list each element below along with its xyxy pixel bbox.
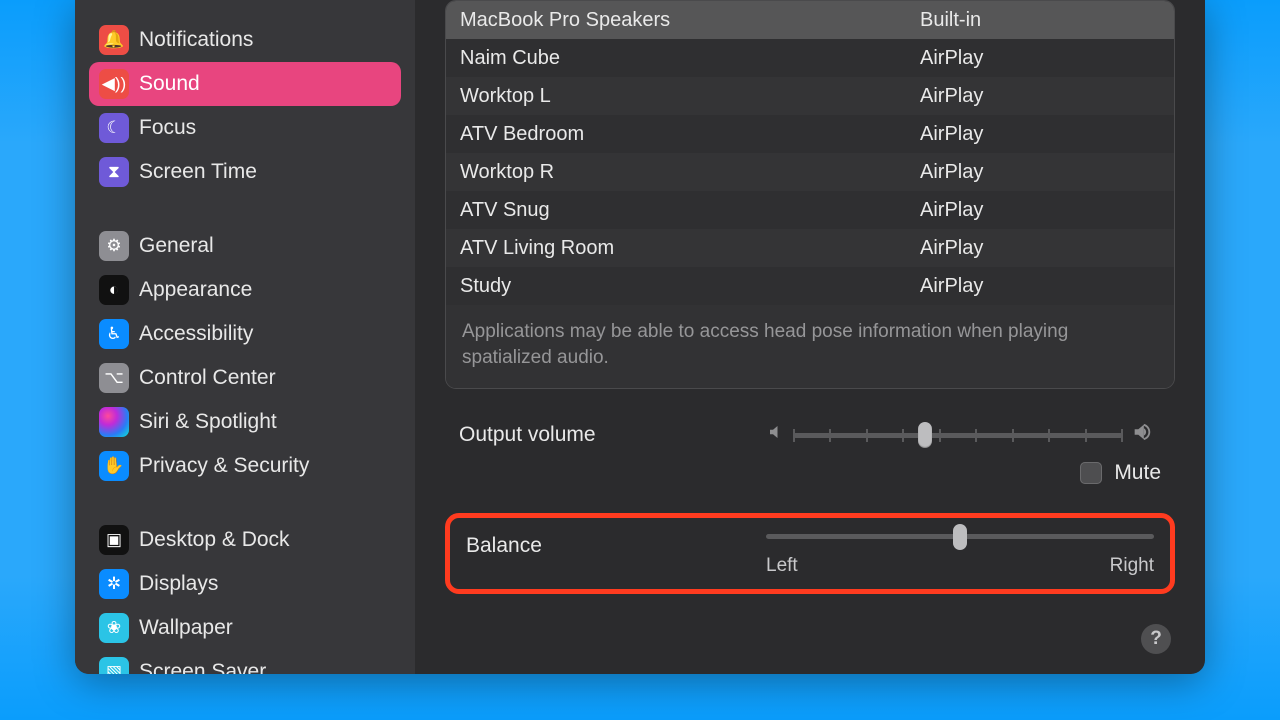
sidebar-item-label: Wallpaper	[139, 616, 233, 640]
device-type: AirPlay	[920, 85, 1160, 108]
output-volume-thumb[interactable]	[918, 422, 932, 448]
volume-low-icon	[759, 423, 793, 447]
sidebar-item-label: Desktop & Dock	[139, 528, 290, 552]
sidebar-item-appearance[interactable]: ◐ Appearance	[89, 268, 401, 312]
appearance-icon: ◐	[99, 275, 129, 305]
wallpaper-icon: ❀	[99, 613, 129, 643]
device-name: ATV Snug	[460, 199, 920, 222]
balance-label: Balance	[466, 534, 766, 558]
sidebar-item-label: Privacy & Security	[139, 454, 309, 478]
sidebar-item-label: Displays	[139, 572, 218, 596]
mute-row: Mute	[445, 457, 1175, 501]
output-volume-section: Output volume Mute	[445, 413, 1175, 501]
sidebar-item-siri[interactable]: Siri & Spotlight	[89, 400, 401, 444]
device-type: AirPlay	[920, 237, 1160, 260]
output-device-row[interactable]: MacBook Pro SpeakersBuilt-in	[446, 1, 1174, 39]
device-name: Naim Cube	[460, 47, 920, 70]
sidebar-item-notifications[interactable]: 🔔 Notifications	[89, 18, 401, 62]
device-type: AirPlay	[920, 47, 1160, 70]
sidebar-item-sound[interactable]: ◀︎)) Sound	[89, 62, 401, 106]
output-device-row[interactable]: ATV BedroomAirPlay	[446, 115, 1174, 153]
device-type: AirPlay	[920, 123, 1160, 146]
spatial-audio-note: Applications may be able to access head …	[446, 305, 1174, 388]
general-icon: ⚙	[99, 231, 129, 261]
output-device-row[interactable]: ATV SnugAirPlay	[446, 191, 1174, 229]
sidebar-item-label: Sound	[139, 72, 200, 96]
sidebar-item-wallpaper[interactable]: ❀ Wallpaper	[89, 606, 401, 650]
device-name: MacBook Pro Speakers	[460, 9, 920, 32]
sidebar-item-label: General	[139, 234, 214, 258]
sidebar-item-accessibility[interactable]: ♿︎ Accessibility	[89, 312, 401, 356]
volume-high-icon	[1123, 421, 1161, 449]
mute-label: Mute	[1114, 461, 1161, 485]
notifications-icon: 🔔	[99, 25, 129, 55]
device-name: Worktop R	[460, 161, 920, 184]
settings-window: 🔔 Notifications ◀︎)) Sound ☾ Focus ⧗ Screen Tim…	[75, 0, 1205, 674]
sidebar-item-focus[interactable]: ☾ Focus	[89, 106, 401, 150]
accessibility-icon: ♿︎	[99, 319, 129, 349]
sidebar-item-label: Siri & Spotlight	[139, 410, 277, 434]
output-volume-label: Output volume	[459, 423, 759, 447]
screentime-icon: ⧗	[99, 157, 129, 187]
output-device-row[interactable]: StudyAirPlay	[446, 267, 1174, 305]
main-pane: MacBook Pro SpeakersBuilt-inNaim CubeAir…	[415, 0, 1205, 674]
output-volume-row: Output volume	[445, 413, 1175, 457]
output-devices-list: MacBook Pro SpeakersBuilt-inNaim CubeAir…	[446, 1, 1174, 305]
device-name: Worktop L	[460, 85, 920, 108]
sidebar-item-label: Screen Saver	[139, 660, 266, 674]
output-device-row[interactable]: Worktop RAirPlay	[446, 153, 1174, 191]
output-device-row[interactable]: Naim CubeAirPlay	[446, 39, 1174, 77]
device-type: AirPlay	[920, 275, 1160, 298]
sidebar: 🔔 Notifications ◀︎)) Sound ☾ Focus ⧗ Screen Tim…	[75, 0, 415, 674]
screensaver-icon: ▧	[99, 657, 129, 674]
output-device-row[interactable]: ATV Living RoomAirPlay	[446, 229, 1174, 267]
sidebar-item-privacy[interactable]: ✋ Privacy & Security	[89, 444, 401, 488]
sidebar-item-label: Control Center	[139, 366, 276, 390]
displays-icon: ✲	[99, 569, 129, 599]
sound-icon: ◀︎))	[99, 69, 129, 99]
output-volume-slider[interactable]	[793, 433, 1123, 438]
privacy-icon: ✋	[99, 451, 129, 481]
sidebar-item-general[interactable]: ⚙ General	[89, 224, 401, 268]
balance-left-label: Left	[766, 555, 798, 577]
desktop-icon: ▣	[99, 525, 129, 555]
device-name: Study	[460, 275, 920, 298]
device-name: ATV Living Room	[460, 237, 920, 260]
siri-icon	[99, 407, 129, 437]
output-devices-card: MacBook Pro SpeakersBuilt-inNaim CubeAir…	[445, 0, 1175, 389]
sidebar-item-label: Accessibility	[139, 322, 253, 346]
balance-right-label: Right	[1110, 555, 1154, 577]
sidebar-item-label: Notifications	[139, 28, 253, 52]
sidebar-item-label: Appearance	[139, 278, 252, 302]
device-type: Built-in	[920, 9, 1160, 32]
sidebar-item-screensaver[interactable]: ▧ Screen Saver	[89, 650, 401, 674]
focus-icon: ☾	[99, 113, 129, 143]
help-button[interactable]: ?	[1141, 624, 1171, 654]
device-type: AirPlay	[920, 199, 1160, 222]
output-device-row[interactable]: Worktop LAirPlay	[446, 77, 1174, 115]
sidebar-item-displays[interactable]: ✲ Displays	[89, 562, 401, 606]
sidebar-item-label: Focus	[139, 116, 196, 140]
controlcenter-icon: ⌥	[99, 363, 129, 393]
sidebar-item-label: Screen Time	[139, 160, 257, 184]
balance-thumb[interactable]	[953, 524, 967, 550]
sidebar-item-screentime[interactable]: ⧗ Screen Time	[89, 150, 401, 194]
balance-section-highlighted: Balance Left Right	[445, 513, 1175, 594]
sidebar-item-controlcenter[interactable]: ⌥ Control Center	[89, 356, 401, 400]
mute-checkbox[interactable]	[1080, 462, 1102, 484]
device-type: AirPlay	[920, 161, 1160, 184]
sidebar-item-desktop[interactable]: ▣ Desktop & Dock	[89, 518, 401, 562]
balance-slider[interactable]	[766, 534, 1154, 539]
device-name: ATV Bedroom	[460, 123, 920, 146]
